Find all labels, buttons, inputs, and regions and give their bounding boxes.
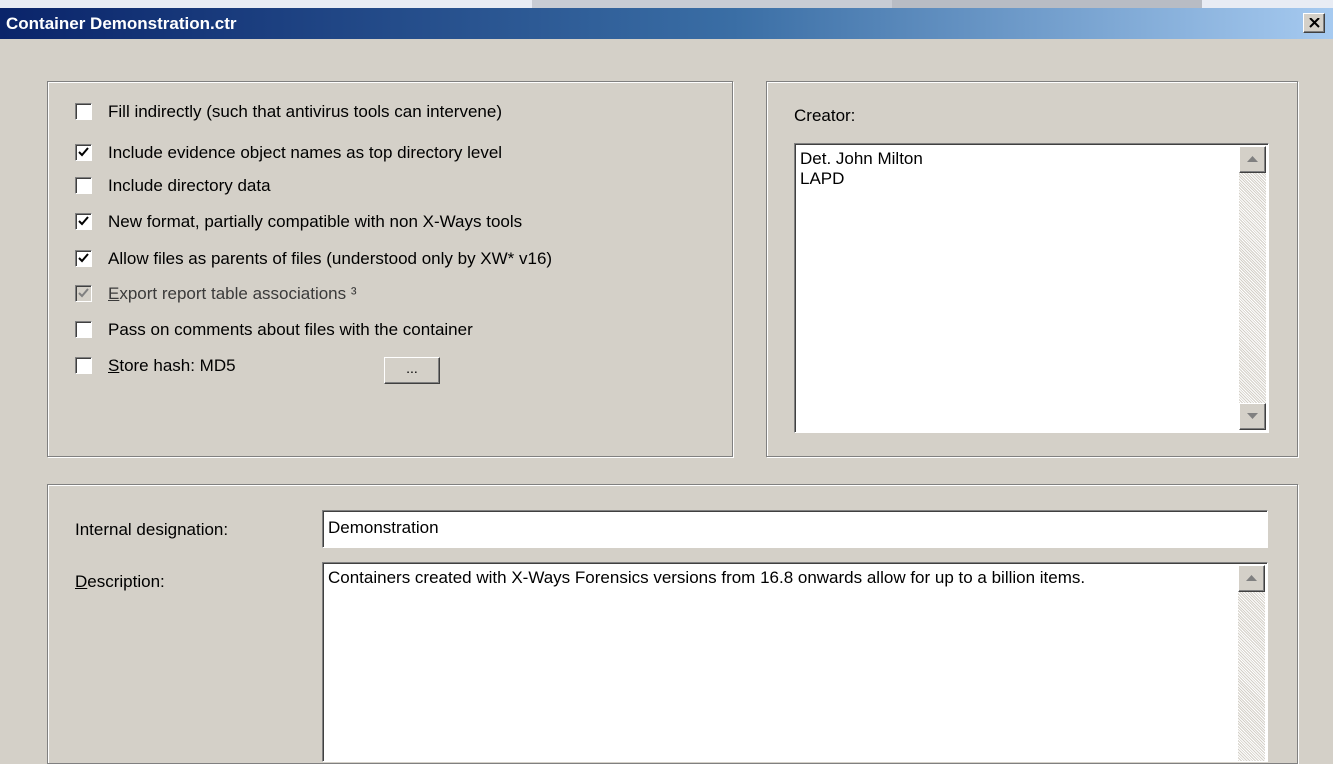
- window-title: Container Demonstration.ctr: [6, 14, 237, 33]
- checkbox-box[interactable]: [75, 357, 92, 374]
- description-value: Containers created with X-Ways Forensics…: [328, 568, 1086, 587]
- description-scrollbar[interactable]: [1238, 565, 1265, 761]
- checkbox-label: Allow files as parents of files (underst…: [108, 249, 553, 268]
- checkbox-label: Include directory data: [108, 176, 271, 195]
- checkbox-label: New format, partially compatible with no…: [108, 212, 523, 231]
- internal-designation-label: Internal designation:: [75, 520, 229, 539]
- arrow-up-icon: [1246, 575, 1257, 581]
- hotkey-letter: D: [75, 572, 88, 591]
- description-label: Description:: [75, 572, 165, 592]
- hotkey-letter: S: [108, 356, 120, 375]
- checkbox-box[interactable]: [75, 103, 92, 120]
- creator-value: Det. John Milton LAPD: [800, 149, 923, 188]
- title-bar[interactable]: Container Demonstration.ctr: [0, 8, 1333, 39]
- checkbox-box[interactable]: [75, 144, 92, 161]
- checkbox-box[interactable]: [75, 285, 92, 302]
- close-icon: [1309, 18, 1320, 28]
- internal-designation-input[interactable]: Demonstration: [322, 510, 1268, 548]
- creator-scrollbar[interactable]: [1239, 146, 1266, 430]
- checkmark-icon: [78, 288, 89, 298]
- hotkey-letter: E: [108, 284, 120, 303]
- checkbox-label: Store hash: MD5: [108, 356, 236, 376]
- close-button[interactable]: [1303, 13, 1325, 33]
- checkbox-label: Export report table associations ³: [108, 284, 357, 304]
- checkbox-box[interactable]: [75, 321, 92, 338]
- checkbox-box[interactable]: [75, 213, 92, 230]
- hash-options-button[interactable]: ...: [384, 357, 440, 384]
- scroll-up-button[interactable]: [1238, 565, 1265, 592]
- scroll-up-button[interactable]: [1239, 146, 1266, 173]
- checkmark-icon: [78, 253, 89, 263]
- arrow-up-icon: [1247, 156, 1258, 162]
- label-rest: xport report table associations ³: [119, 284, 357, 303]
- checkbox-box[interactable]: [75, 250, 92, 267]
- options-group: [47, 81, 733, 457]
- scroll-down-button[interactable]: [1239, 403, 1266, 430]
- checkmark-icon: [78, 216, 89, 226]
- arrow-down-icon: [1247, 413, 1258, 419]
- background-window-strip: [0, 0, 1333, 8]
- checkbox-label: Fill indirectly (such that antivirus too…: [108, 102, 502, 121]
- creator-label: Creator:: [794, 106, 856, 125]
- checkbox-label: Include evidence object names as top dir…: [108, 143, 503, 162]
- description-textarea[interactable]: Containers created with X-Ways Forensics…: [322, 562, 1268, 762]
- checkbox-label: Pass on comments about files with the co…: [108, 320, 473, 339]
- label-rest: escription:: [87, 572, 165, 591]
- creator-textarea[interactable]: Det. John Milton LAPD: [794, 143, 1269, 433]
- label-rest: tore hash: MD5: [119, 356, 236, 375]
- checkmark-icon: [78, 147, 89, 157]
- checkbox-box[interactable]: [75, 177, 92, 194]
